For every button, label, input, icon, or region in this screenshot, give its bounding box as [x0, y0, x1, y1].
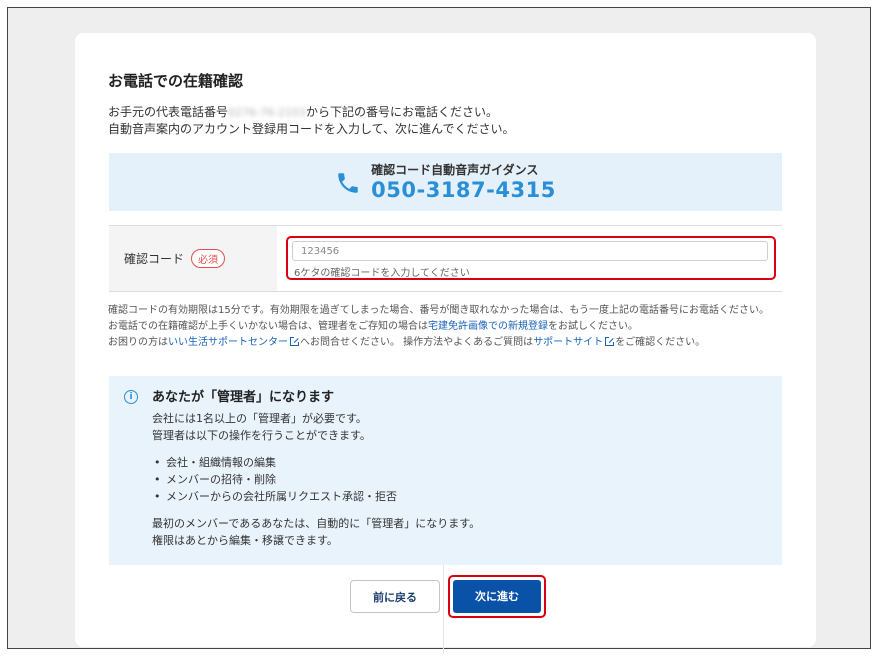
- next-button-highlight: 次に進む: [448, 575, 546, 618]
- code-input-hint: 6ケタの確認コードを入力してください: [294, 268, 470, 279]
- external-link-icon: [290, 337, 299, 346]
- registration-card: お電話での在籍確認 お手元の代表電話番号0276-76-2103から下記の番号に…: [75, 33, 816, 653]
- code-label: 確認コード: [124, 252, 185, 266]
- next-button[interactable]: 次に進む: [453, 580, 541, 613]
- admin-info-body: 会社には1名以上の「管理者」が必要です。 管理者は以下の操作を行うことができます…: [152, 410, 480, 549]
- list-item: メンバーからの会社所属リクエスト承認・拒否: [154, 488, 480, 505]
- guidance-phone-number: 050-3187-4315: [371, 177, 556, 202]
- support-center-link[interactable]: いい生活サポートセンター: [168, 337, 288, 348]
- phone-icon: [338, 173, 358, 193]
- code-form-row: 確認コード 必須 6ケタの確認コードを入力してください: [109, 225, 782, 292]
- new-registration-link[interactable]: 宅建免許画像での新規登録: [428, 321, 548, 332]
- list-item: メンバーの招待・削除: [154, 471, 480, 488]
- info-icon: i: [124, 390, 138, 404]
- notes-line-3: お困りの方はいい生活サポートセンター へお問合せください。 操作方法やよくあるご質…: [108, 337, 706, 348]
- confirmation-code-input[interactable]: [292, 241, 768, 261]
- required-badge: 必須: [191, 249, 226, 268]
- screenshot-frame: お電話での在籍確認 お手元の代表電話番号0276-76-2103から下記の番号に…: [7, 7, 871, 653]
- admin-permissions-list: 会社・組織情報の編集 メンバーの招待・削除 メンバーからの会社所属リクエスト承認…: [152, 454, 480, 505]
- guidance-label: 確認コード自動音声ガイダンス: [371, 162, 539, 177]
- support-site-link[interactable]: サポートサイト: [533, 337, 603, 348]
- notes: 確認コードの有効期限は15分です。有効期限を過ぎてしまった場合、番号が聞き取れな…: [108, 303, 769, 351]
- intro-text: お手元の代表電話番号0276-76-2103から下記の番号にお電話ください。 自…: [108, 105, 515, 136]
- blurred-phone-number: 0276-76-2103: [228, 106, 306, 119]
- back-button[interactable]: 前に戻る: [350, 580, 440, 613]
- notes-line-2: お電話での在籍確認が上手くいかない場合は、管理者をご存知の場合は宅建免許画像での…: [108, 321, 638, 332]
- code-input-highlight: 6ケタの確認コードを入力してください: [286, 236, 776, 280]
- notes-line-1: 確認コードの有効期限は15分です。有効期限を過ぎてしまった場合、番号が聞き取れな…: [108, 305, 770, 316]
- code-label-cell: 確認コード 必須: [109, 226, 277, 291]
- divider: [443, 565, 444, 653]
- admin-info-title: あなたが「管理者」になります: [152, 390, 335, 405]
- page-title: お電話での在籍確認: [108, 72, 244, 90]
- list-item: 会社・組織情報の編集: [154, 454, 480, 471]
- admin-info-box: i あなたが「管理者」になります 会社には1名以上の「管理者」が必要です。 管理…: [109, 376, 782, 565]
- guidance-box: 確認コード自動音声ガイダンス 050-3187-4315: [109, 153, 782, 211]
- external-link-icon: [605, 337, 615, 346]
